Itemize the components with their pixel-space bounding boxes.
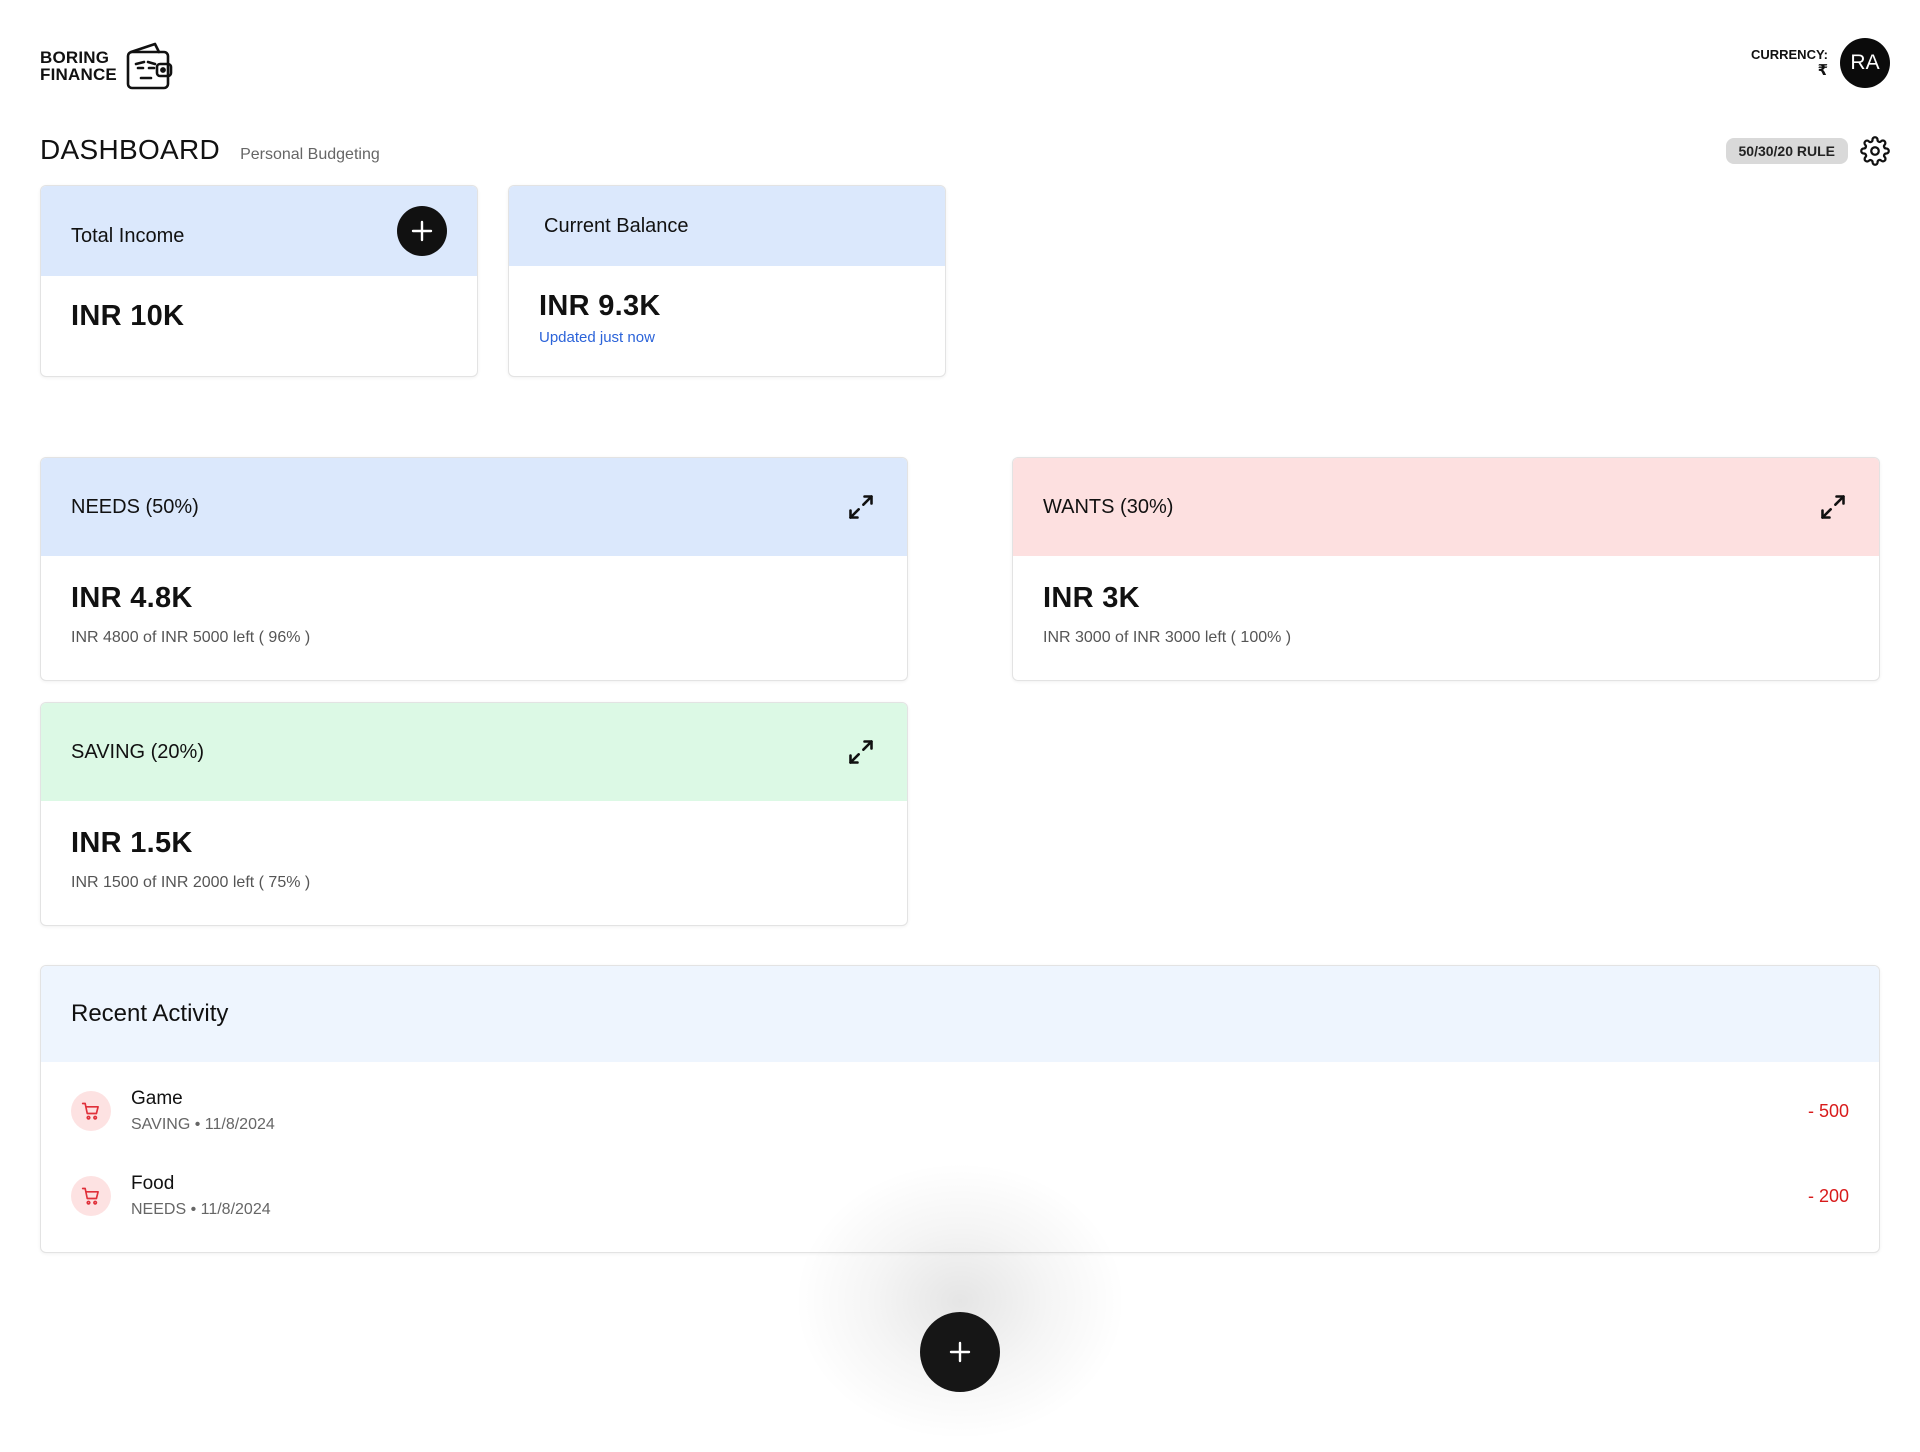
top-right-controls: CURRENCY: ₹ RA xyxy=(1751,38,1890,88)
activity-text: Food NEEDS • 11/8/2024 xyxy=(131,1173,271,1219)
expand-icon xyxy=(849,495,873,519)
add-transaction-fab[interactable] xyxy=(920,1312,1000,1392)
activity-meta: NEEDS • 11/8/2024 xyxy=(131,1201,271,1218)
wants-card: WANTS (30%) INR 3K INR 3000 of INR 3000 … xyxy=(1012,457,1880,681)
saving-detail: INR 1500 of INR 2000 left ( 75% ) xyxy=(71,874,311,891)
currency-symbol: ₹ xyxy=(1817,62,1828,79)
activity-icon-bg xyxy=(71,1176,111,1216)
activity-icon-bg xyxy=(71,1091,111,1131)
needs-label: NEEDS (50%) xyxy=(71,495,199,518)
expand-icon xyxy=(849,740,873,764)
activity-amount: - 500 xyxy=(1807,1100,1849,1121)
brand-logo[interactable]: BORING FINANCE xyxy=(40,40,175,92)
total-income-value: INR 10K xyxy=(71,300,185,332)
needs-value: INR 4.8K xyxy=(71,582,193,614)
saving-value: INR 1.5K xyxy=(71,827,193,859)
current-balance-card: Current Balance INR 9.3K Updated just no… xyxy=(508,185,946,377)
plus-icon xyxy=(949,1341,971,1363)
current-balance-value: INR 9.3K xyxy=(539,290,661,322)
balance-updated-text: Updated just now xyxy=(539,329,655,346)
currency-indicator[interactable]: CURRENCY: ₹ xyxy=(1751,47,1828,79)
rule-badge[interactable]: 50/30/20 RULE xyxy=(1725,138,1848,164)
wants-label: WANTS (30%) xyxy=(1043,495,1174,518)
total-income-label: Total Income xyxy=(71,224,185,247)
page-subtitle: Personal Budgeting xyxy=(240,146,380,163)
brand-line-2: FINANCE xyxy=(40,65,117,84)
activity-text: Game SAVING • 11/8/2024 xyxy=(131,1088,275,1134)
cart-icon xyxy=(81,1187,99,1205)
activity-item[interactable]: Game SAVING • 11/8/2024 - 500 xyxy=(71,1088,1849,1134)
page-title-row: DASHBOARD Personal Budgeting xyxy=(40,134,380,166)
rule-controls: 50/30/20 RULE xyxy=(1725,136,1891,166)
fab-shadow xyxy=(780,1150,1140,1452)
wallet-face-icon xyxy=(126,42,173,90)
brand-name: BORING FINANCE xyxy=(40,49,117,83)
recent-activity-title: Recent Activity xyxy=(71,1000,229,1027)
gear-icon[interactable] xyxy=(1860,136,1890,166)
activity-meta: SAVING • 11/8/2024 xyxy=(131,1116,275,1133)
expand-icon xyxy=(1821,495,1845,519)
saving-expand-button[interactable] xyxy=(845,736,877,768)
saving-label: SAVING (20%) xyxy=(71,740,204,763)
activity-name: Food xyxy=(131,1173,175,1194)
cart-icon xyxy=(81,1102,99,1120)
saving-card: SAVING (20%) INR 1.5K INR 1500 of INR 20… xyxy=(40,702,908,926)
currency-label: CURRENCY: xyxy=(1750,47,1828,62)
brand-line-1: BORING xyxy=(40,48,110,67)
current-balance-label: Current Balance xyxy=(544,214,689,237)
wants-detail: INR 3000 of INR 3000 left ( 100% ) xyxy=(1043,629,1292,646)
activity-amount: - 200 xyxy=(1807,1185,1849,1206)
page-title: DASHBOARD xyxy=(40,134,221,165)
user-avatar[interactable]: RA xyxy=(1840,38,1890,88)
needs-card: NEEDS (50%) INR 4.8K INR 4800 of INR 500… xyxy=(40,457,908,681)
activity-name: Game xyxy=(131,1088,183,1109)
wants-expand-button[interactable] xyxy=(1817,491,1849,523)
add-income-button[interactable] xyxy=(397,206,447,256)
total-income-card: Total Income INR 10K xyxy=(40,185,478,377)
plus-icon xyxy=(411,220,433,242)
needs-expand-button[interactable] xyxy=(845,491,877,523)
needs-detail: INR 4800 of INR 5000 left ( 96% ) xyxy=(71,629,311,646)
wants-value: INR 3K xyxy=(1043,582,1140,614)
